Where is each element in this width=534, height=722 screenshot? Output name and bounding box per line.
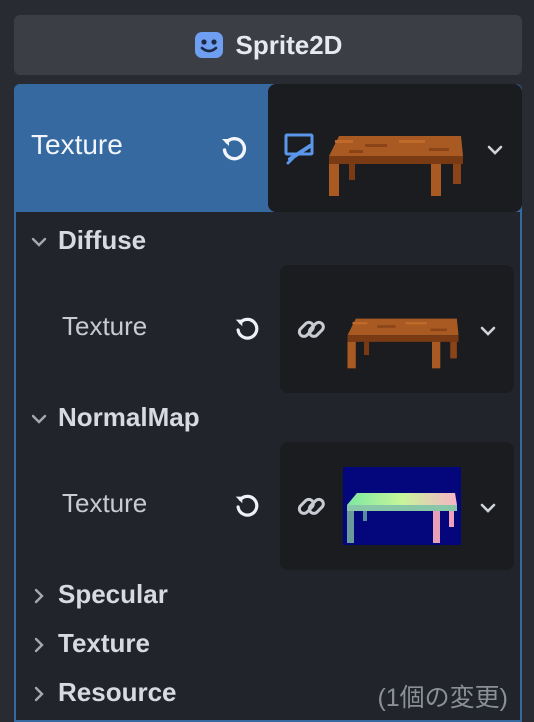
diffuse-texture-label: Texture (62, 311, 148, 341)
sprite2d-icon (194, 32, 223, 58)
normal-map-preview (343, 467, 461, 545)
section-texture[interactable]: Texture (58, 628, 150, 659)
texture-preview (347, 318, 459, 369)
chevron-down-icon[interactable] (479, 322, 497, 340)
chevron-right-icon[interactable] (30, 587, 48, 605)
revert-icon[interactable] (232, 314, 262, 344)
chevron-down-icon[interactable] (479, 499, 497, 517)
texture-property-label: Texture (31, 129, 123, 160)
chevron-down-icon[interactable] (30, 410, 48, 428)
section-specular[interactable]: Specular (58, 579, 168, 610)
link-icon (297, 497, 325, 515)
change-count-note: (1個の変更) (377, 684, 508, 712)
canvas-texture-icon (284, 133, 314, 165)
texture-preview (329, 136, 463, 196)
section-diffuse[interactable]: Diffuse (58, 225, 146, 256)
revert-icon[interactable] (218, 133, 250, 165)
chevron-down-icon[interactable] (486, 141, 504, 159)
section-normalmap[interactable]: NormalMap (58, 402, 200, 433)
revert-icon[interactable] (232, 491, 262, 521)
section-resource[interactable]: Resource (58, 677, 177, 708)
node-title: Sprite2D (235, 29, 343, 60)
link-icon (297, 320, 325, 338)
node-header: Sprite2D (14, 15, 522, 75)
chevron-down-icon[interactable] (30, 233, 48, 251)
normalmap-texture-label: Texture (62, 488, 148, 518)
chevron-right-icon[interactable] (30, 636, 48, 654)
chevron-right-icon[interactable] (30, 685, 48, 703)
